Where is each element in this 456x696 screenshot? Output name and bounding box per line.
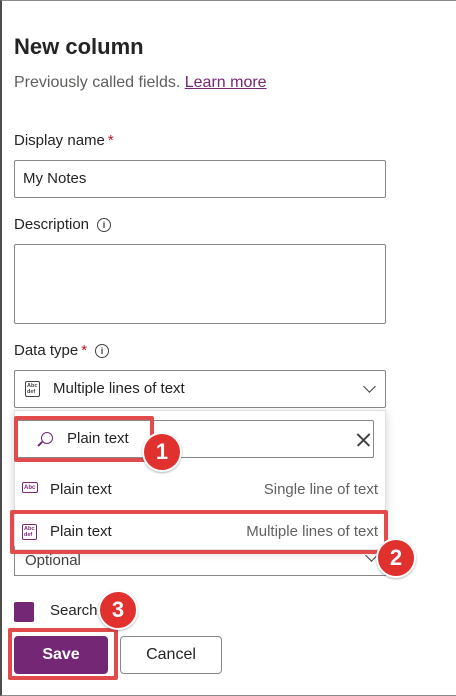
option-plain-text-single[interactable]: Abc Plain text Single line of text: [14, 470, 386, 510]
info-icon[interactable]: i: [95, 344, 110, 358]
description-textarea[interactable]: [14, 244, 386, 324]
option-description: Single line of text: [263, 481, 378, 498]
searchable-label: Search: [50, 602, 98, 619]
highlight-multiline-option: [10, 510, 388, 554]
data-type-select[interactable]: Abc def Multiple lines of text: [14, 370, 386, 408]
description-label: Description i: [14, 216, 112, 233]
text-single-line-icon: Abc: [22, 482, 38, 493]
data-type-selected-value: Multiple lines of text: [53, 380, 185, 397]
highlight-search-box: [14, 416, 154, 462]
required-asterisk: *: [107, 132, 114, 149]
step-badge-1: 1: [142, 432, 182, 472]
panel-title: New column: [14, 34, 144, 59]
data-type-label-text: Data type: [14, 342, 79, 359]
description-label-text: Description: [14, 216, 90, 233]
panel-subtitle: Previously called fields. Learn more: [14, 74, 267, 92]
chevron-down-icon: [363, 380, 376, 393]
required-asterisk: *: [81, 342, 88, 359]
cancel-button[interactable]: Cancel: [120, 636, 222, 674]
step-badge-2: 2: [376, 538, 416, 578]
display-name-input[interactable]: My Notes: [14, 160, 386, 198]
option-name: Plain text: [50, 481, 112, 498]
searchable-checkbox[interactable]: [14, 602, 34, 622]
text-multiline-icon: Abc def: [25, 381, 40, 397]
display-name-label-text: Display name: [14, 132, 105, 149]
data-type-label: Data type * i: [14, 342, 110, 359]
required-select-value: Optional: [25, 552, 81, 569]
step-badge-3: 3: [98, 590, 138, 630]
info-icon[interactable]: i: [97, 218, 112, 232]
display-name-label: Display name *: [14, 132, 114, 149]
highlight-save-button: [8, 628, 118, 680]
subtitle-text: Previously called fields.: [14, 74, 181, 91]
learn-more-link[interactable]: Learn more: [185, 74, 267, 91]
